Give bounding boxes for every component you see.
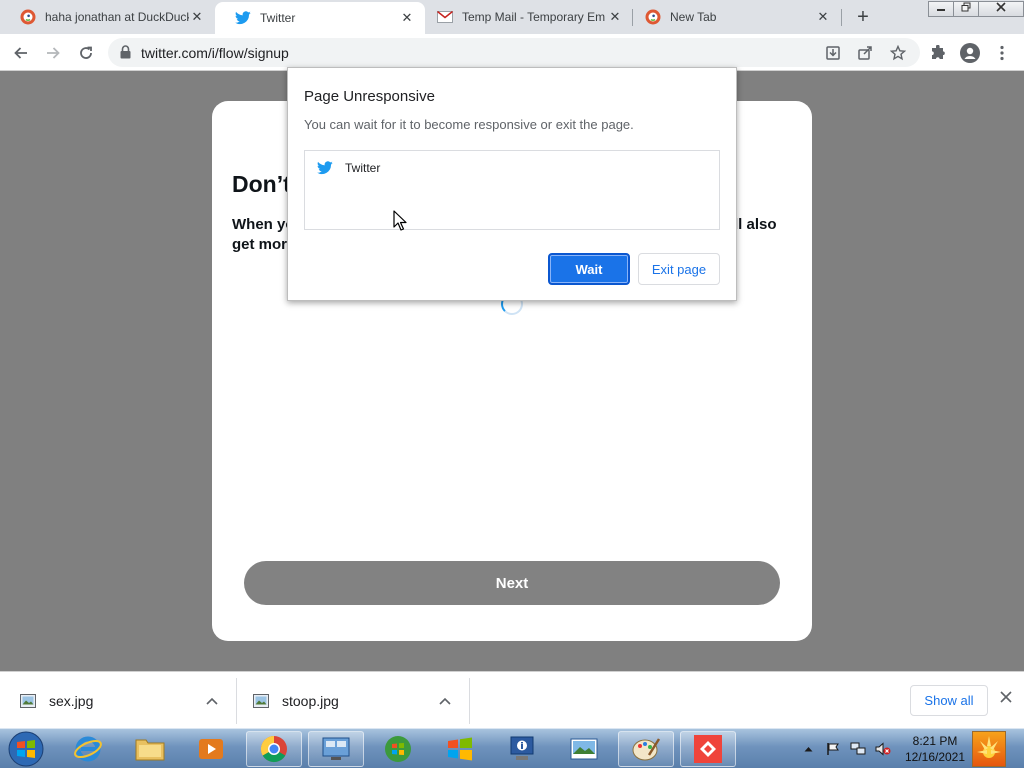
unresponsive-pages-list: Twitter bbox=[304, 150, 720, 230]
dialog-title: Page Unresponsive bbox=[304, 88, 435, 105]
profile-avatar-icon[interactable] bbox=[959, 42, 981, 64]
body-text-left: When yo bbox=[232, 216, 295, 233]
list-item: Twitter bbox=[317, 161, 380, 175]
gmail-icon bbox=[437, 9, 453, 25]
image-file-icon bbox=[253, 693, 269, 709]
chrome-taskbar-icon[interactable] bbox=[246, 731, 302, 767]
body-text-line2: get more bbox=[232, 236, 296, 253]
window-controls bbox=[928, 1, 1024, 17]
windows-update-icon[interactable] bbox=[370, 731, 426, 767]
windows-logo-icon[interactable] bbox=[432, 731, 488, 767]
lock-icon[interactable] bbox=[120, 45, 131, 64]
tab-strip: haha jonathan at DuckDuck ✕ Twitter ✕ Te… bbox=[0, 0, 1024, 34]
network-icon[interactable] bbox=[850, 741, 866, 757]
signup-heading: Don’t bbox=[232, 171, 291, 197]
chevron-up-icon[interactable] bbox=[437, 693, 453, 709]
anydesk-icon[interactable] bbox=[680, 731, 736, 767]
twitter-icon bbox=[235, 10, 251, 26]
mouse-cursor-icon bbox=[393, 210, 407, 236]
download-separator bbox=[469, 678, 470, 724]
close-window-button[interactable] bbox=[978, 1, 1024, 17]
taskbar-clock[interactable]: 8:21 PM 12/16/2021 bbox=[900, 733, 970, 765]
wait-button[interactable]: Wait bbox=[548, 253, 630, 285]
close-tab-icon[interactable]: ✕ bbox=[815, 9, 831, 25]
show-all-downloads-button[interactable]: Show all bbox=[910, 685, 988, 716]
download-item[interactable]: sex.jpg bbox=[20, 680, 230, 722]
tab-twitter[interactable]: Twitter ✕ bbox=[215, 2, 425, 34]
url-text: twitter.com/i/flow/signup bbox=[141, 45, 289, 61]
page-unresponsive-dialog: Page Unresponsive You can wait for it to… bbox=[287, 67, 737, 301]
show-hidden-icons-icon[interactable] bbox=[800, 741, 816, 757]
download-filename: sex.jpg bbox=[49, 693, 94, 709]
tab-temp-mail[interactable]: Temp Mail - Temporary Em ✕ bbox=[425, 0, 633, 34]
image-file-icon bbox=[20, 693, 36, 709]
exit-page-button[interactable]: Exit page bbox=[638, 253, 720, 285]
body-text-right: ll also bbox=[734, 216, 777, 233]
extensions-icon[interactable] bbox=[927, 42, 949, 64]
clock-time: 8:21 PM bbox=[912, 734, 958, 748]
tab-duckduckgo-search[interactable]: haha jonathan at DuckDuck ✕ bbox=[0, 0, 215, 34]
restore-button[interactable] bbox=[953, 1, 979, 17]
file-explorer-icon[interactable] bbox=[122, 731, 178, 767]
action-center-flag-icon[interactable] bbox=[825, 741, 841, 757]
internet-explorer-icon[interactable] bbox=[60, 731, 116, 767]
chevron-up-icon[interactable] bbox=[204, 693, 220, 709]
bookmark-star-icon[interactable] bbox=[889, 44, 907, 62]
tab-title: New Tab bbox=[670, 10, 717, 24]
duckduckgo-icon bbox=[20, 9, 36, 25]
new-tab-button[interactable]: + bbox=[852, 6, 874, 28]
install-app-icon[interactable] bbox=[824, 44, 842, 62]
dialog-message: You can wait for it to become responsive… bbox=[304, 117, 634, 132]
next-button[interactable]: Next bbox=[244, 561, 780, 605]
tab-separator bbox=[841, 9, 842, 26]
duckduckgo-icon bbox=[645, 9, 661, 25]
close-shelf-icon[interactable] bbox=[997, 690, 1015, 708]
start-button[interactable] bbox=[2, 731, 50, 767]
tab-new-tab[interactable]: New Tab ✕ bbox=[633, 0, 841, 34]
download-separator bbox=[236, 678, 237, 724]
tab-separator bbox=[632, 9, 633, 26]
system-info-icon[interactable] bbox=[494, 731, 550, 767]
tab-title: Temp Mail - Temporary Em bbox=[462, 10, 606, 24]
close-tab-icon[interactable]: ✕ bbox=[399, 10, 415, 26]
close-tab-icon[interactable]: ✕ bbox=[189, 9, 205, 25]
chrome-menu-icon[interactable] bbox=[991, 42, 1013, 64]
photo-viewer-icon[interactable] bbox=[556, 731, 612, 767]
volume-muted-icon[interactable] bbox=[875, 741, 891, 757]
page-entry-label: Twitter bbox=[345, 161, 381, 175]
tab-title: Twitter bbox=[260, 11, 296, 25]
browser-toolbar: twitter.com/i/flow/signup bbox=[0, 34, 1024, 71]
close-tab-icon[interactable]: ✕ bbox=[607, 9, 623, 25]
tab-title: haha jonathan at DuckDuck bbox=[45, 10, 189, 24]
reload-button[interactable] bbox=[75, 42, 97, 64]
minimize-button[interactable] bbox=[928, 1, 954, 17]
share-icon[interactable] bbox=[856, 44, 874, 62]
back-button[interactable] bbox=[10, 42, 32, 64]
user-tile-icon[interactable] bbox=[972, 731, 1006, 767]
download-filename: stoop.jpg bbox=[282, 693, 339, 709]
windows-taskbar: 8:21 PM 12/16/2021 bbox=[0, 728, 1024, 768]
paint-icon[interactable] bbox=[618, 731, 674, 767]
download-item[interactable]: stoop.jpg bbox=[253, 680, 463, 722]
system-tray bbox=[800, 729, 900, 768]
forward-button[interactable] bbox=[42, 42, 64, 64]
clock-date: 12/16/2021 bbox=[904, 750, 966, 764]
media-player-icon[interactable] bbox=[183, 731, 239, 767]
address-bar[interactable]: twitter.com/i/flow/signup bbox=[108, 38, 920, 67]
download-shelf: sex.jpg stoop.jpg Show all bbox=[0, 671, 1024, 728]
remote-desktop-icon[interactable] bbox=[308, 731, 364, 767]
twitter-icon bbox=[317, 161, 333, 175]
